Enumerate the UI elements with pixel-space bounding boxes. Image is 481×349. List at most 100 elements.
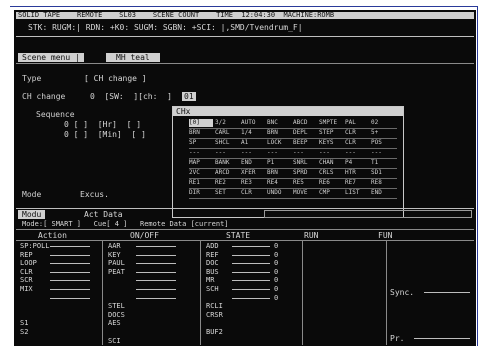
sequence-row-1[interactable]: 0 [ ] [Hr] [ ] bbox=[64, 120, 141, 129]
popup-cell[interactable]: SP bbox=[189, 139, 213, 147]
row-onoff-value[interactable]: DOCS bbox=[108, 311, 125, 319]
popup-cell[interactable]: BRN bbox=[189, 129, 213, 137]
popup-cell[interactable]: END bbox=[241, 159, 265, 167]
tab-mh-teal[interactable]: MH teal bbox=[106, 53, 160, 62]
tab-act-data[interactable]: Act Data bbox=[84, 210, 123, 219]
tab-modu[interactable]: Modu bbox=[18, 210, 46, 219]
popup-cell[interactable]: MOVE bbox=[293, 189, 317, 197]
row-action-name[interactable]: MIX bbox=[20, 285, 33, 293]
popup-cell[interactable]: CMP bbox=[319, 189, 343, 197]
row-state-value[interactable]: DOC bbox=[206, 259, 219, 267]
popup-cell[interactable]: SMPTE bbox=[319, 119, 343, 127]
popup-cell[interactable]: CLR bbox=[345, 129, 369, 137]
row-state-value[interactable]: MR bbox=[206, 276, 214, 284]
popup-cell[interactable]: BRN bbox=[267, 129, 291, 137]
row-state-value[interactable]: ADD bbox=[206, 242, 219, 250]
ch-change-selected[interactable]: 01 bbox=[182, 92, 196, 101]
popup-cell[interactable]: END bbox=[371, 189, 395, 197]
row-state-value[interactable]: RCLI bbox=[206, 302, 223, 310]
popup-cell[interactable]: SD1 bbox=[371, 169, 395, 177]
row-action-name[interactable]: SCR bbox=[20, 276, 33, 284]
popup-cell[interactable]: HTR bbox=[345, 169, 369, 177]
popup-cell[interactable]: XFER bbox=[241, 169, 265, 177]
popup-cell[interactable]: BNC bbox=[267, 119, 291, 127]
popup-cell[interactable]: ARCD bbox=[215, 169, 239, 177]
popup-cell[interactable]: CLR bbox=[345, 139, 369, 147]
popup-cell[interactable]: BANK bbox=[215, 159, 239, 167]
popup-cell[interactable]: STEP bbox=[319, 129, 343, 137]
popup-cell[interactable]: RE8 bbox=[371, 179, 395, 187]
popup-cell[interactable]: RE4 bbox=[267, 179, 291, 187]
popup-cell[interactable]: --- bbox=[371, 149, 395, 157]
popup-cell[interactable]: RE6 bbox=[319, 179, 343, 187]
popup-cell[interactable]: LOCK bbox=[267, 139, 291, 147]
mode-value[interactable]: Excus. bbox=[80, 190, 109, 199]
popup-cell[interactable]: DIR bbox=[189, 189, 213, 197]
popup-cell[interactable]: ABCD bbox=[293, 119, 317, 127]
popup-cell[interactable]: 5+ bbox=[371, 129, 395, 137]
row-state-value[interactable]: SCH bbox=[206, 285, 219, 293]
sequence-row-2[interactable]: 0 [ ] [Min] [ ] bbox=[64, 130, 146, 139]
popup-cell[interactable]: 2VC bbox=[189, 169, 213, 177]
popup-cell[interactable]: KEYS bbox=[319, 139, 343, 147]
row-onoff-value[interactable]: SCI bbox=[108, 337, 121, 345]
row-onoff-value[interactable]: AES bbox=[108, 319, 121, 327]
row-onoff-value[interactable]: KEY bbox=[108, 251, 121, 259]
popup-cell[interactable]: 02 bbox=[371, 119, 395, 127]
row-state-value[interactable]: CRSR bbox=[206, 311, 223, 319]
ch-change-field[interactable]: 0 [SW: ][ch: ] bbox=[90, 92, 172, 101]
popup-cell[interactable]: T1 bbox=[371, 159, 395, 167]
popup-cell[interactable]: SET bbox=[215, 189, 239, 197]
popup-cell[interactable]: P1 bbox=[267, 159, 291, 167]
right-label-sync: Sync. bbox=[390, 288, 415, 297]
row-state-value[interactable]: BUF2 bbox=[206, 328, 223, 336]
popup-cell[interactable]: A1 bbox=[241, 139, 265, 147]
row-action-name[interactable]: REP bbox=[20, 251, 33, 259]
row-onoff-value[interactable]: PEAT bbox=[108, 268, 125, 276]
popup-cell[interactable]: P4 bbox=[345, 159, 369, 167]
popup-cell[interactable]: BEEP bbox=[293, 139, 317, 147]
row-action-name[interactable]: LOOP bbox=[20, 259, 37, 267]
type-select[interactable]: [ CH change ] bbox=[84, 74, 147, 83]
row-action-name[interactable]: S1 bbox=[20, 319, 28, 327]
popup-cell[interactable]: AUTO bbox=[241, 119, 265, 127]
popup-cell[interactable]: UNDO bbox=[267, 189, 291, 197]
popup-cell[interactable]: SPRD bbox=[293, 169, 317, 177]
popup-cell[interactable]: --- bbox=[319, 149, 343, 157]
row-state-value[interactable]: REF bbox=[206, 251, 219, 259]
popup-cell[interactable]: RE7 bbox=[345, 179, 369, 187]
popup-cell[interactable]: SHCL bbox=[215, 139, 239, 147]
popup-cell[interactable]: RE2 bbox=[215, 179, 239, 187]
popup-cell[interactable]: --- bbox=[293, 149, 317, 157]
tab-scene-menu[interactable]: Scene menu | bbox=[18, 53, 84, 62]
popup-cell[interactable]: SNRL bbox=[293, 159, 317, 167]
popup-cell[interactable]: POS bbox=[371, 139, 395, 147]
popup-cell[interactable]: LIST bbox=[345, 189, 369, 197]
popup-cell[interactable]: CLR bbox=[241, 189, 265, 197]
popup-cell[interactable]: [0] bbox=[189, 119, 213, 127]
row-action-name[interactable]: S2 bbox=[20, 328, 28, 336]
popup-cell[interactable]: PAL bbox=[345, 119, 369, 127]
popup-cell[interactable]: MAP bbox=[189, 159, 213, 167]
popup-cell[interactable]: BRN bbox=[267, 169, 291, 177]
popup-cell[interactable]: --- bbox=[267, 149, 291, 157]
popup-cell[interactable]: --- bbox=[241, 149, 265, 157]
row-action-name[interactable]: SP:POLL bbox=[20, 242, 50, 250]
popup-cell[interactable]: --- bbox=[345, 149, 369, 157]
popup-cell[interactable]: --- bbox=[189, 149, 213, 157]
popup-cell[interactable]: CRLS bbox=[319, 169, 343, 177]
row-onoff-value[interactable]: AAR bbox=[108, 242, 121, 250]
popup-cell[interactable]: RE3 bbox=[241, 179, 265, 187]
popup-cell[interactable]: --- bbox=[215, 149, 239, 157]
popup-cell[interactable]: 3/2 bbox=[215, 119, 239, 127]
row-action-name[interactable]: CLR bbox=[20, 268, 33, 276]
popup-cell[interactable]: RE5 bbox=[293, 179, 317, 187]
row-onoff-value[interactable]: PAUL bbox=[108, 259, 125, 267]
popup-cell[interactable]: CARL bbox=[215, 129, 239, 137]
popup-cell[interactable]: 1/4 bbox=[241, 129, 265, 137]
row-onoff-value[interactable]: STEL bbox=[108, 302, 125, 310]
popup-cell[interactable]: RE1 bbox=[189, 179, 213, 187]
row-state-value[interactable]: BUS bbox=[206, 268, 219, 276]
popup-cell[interactable]: CHAN bbox=[319, 159, 343, 167]
popup-cell[interactable]: DEPL bbox=[293, 129, 317, 137]
